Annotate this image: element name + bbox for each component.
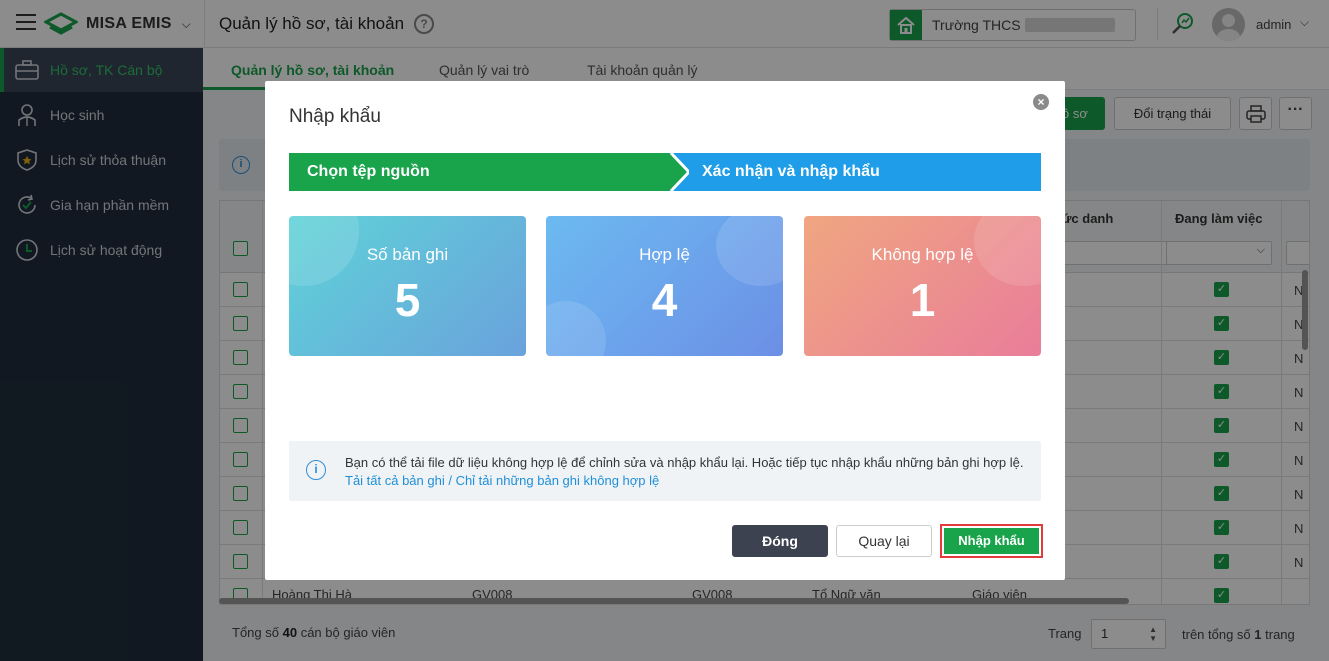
import-steps: Chọn tệp nguồn Xác nhận và nhập khẩu	[289, 153, 1041, 191]
notice-message: Bạn có thể tải file dữ liệu không hợp lệ…	[345, 455, 1024, 470]
step-confirm-import-label: Xác nhận và nhập khẩu	[702, 163, 880, 180]
import-notice: i Bạn có thể tải file dữ liệu không hợp …	[289, 441, 1041, 501]
import-button-highlight: Nhập khẩu	[940, 524, 1043, 558]
step-select-source-label: Chọn tệp nguồn	[307, 163, 430, 180]
card-label: Số bản ghi	[366, 245, 449, 264]
download-records-link[interactable]: Tải tất cả bản ghi / Chỉ tải những bản g…	[345, 473, 659, 488]
card-value: 4	[651, 274, 678, 326]
valid-records-card: Hợp lệ 4	[546, 216, 783, 356]
invalid-records-card: Không hợp lệ 1	[804, 216, 1041, 356]
card-value: 1	[909, 274, 936, 326]
card-label: Hợp lệ	[639, 245, 690, 264]
close-button[interactable]: Đóng	[732, 525, 828, 557]
import-dialog: Nhập khẩu × Chọn tệp nguồn Xác nhận và n…	[265, 81, 1065, 580]
close-icon[interactable]: ×	[1033, 94, 1049, 110]
card-label: Không hợp lệ	[871, 245, 974, 264]
total-records-card: Số bản ghi 5	[289, 216, 526, 356]
dialog-title: Nhập khẩu	[289, 106, 381, 127]
card-value: 5	[394, 274, 421, 326]
import-button[interactable]: Nhập khẩu	[944, 528, 1039, 554]
info-icon: i	[306, 460, 326, 480]
back-button[interactable]: Quay lại	[836, 525, 932, 557]
